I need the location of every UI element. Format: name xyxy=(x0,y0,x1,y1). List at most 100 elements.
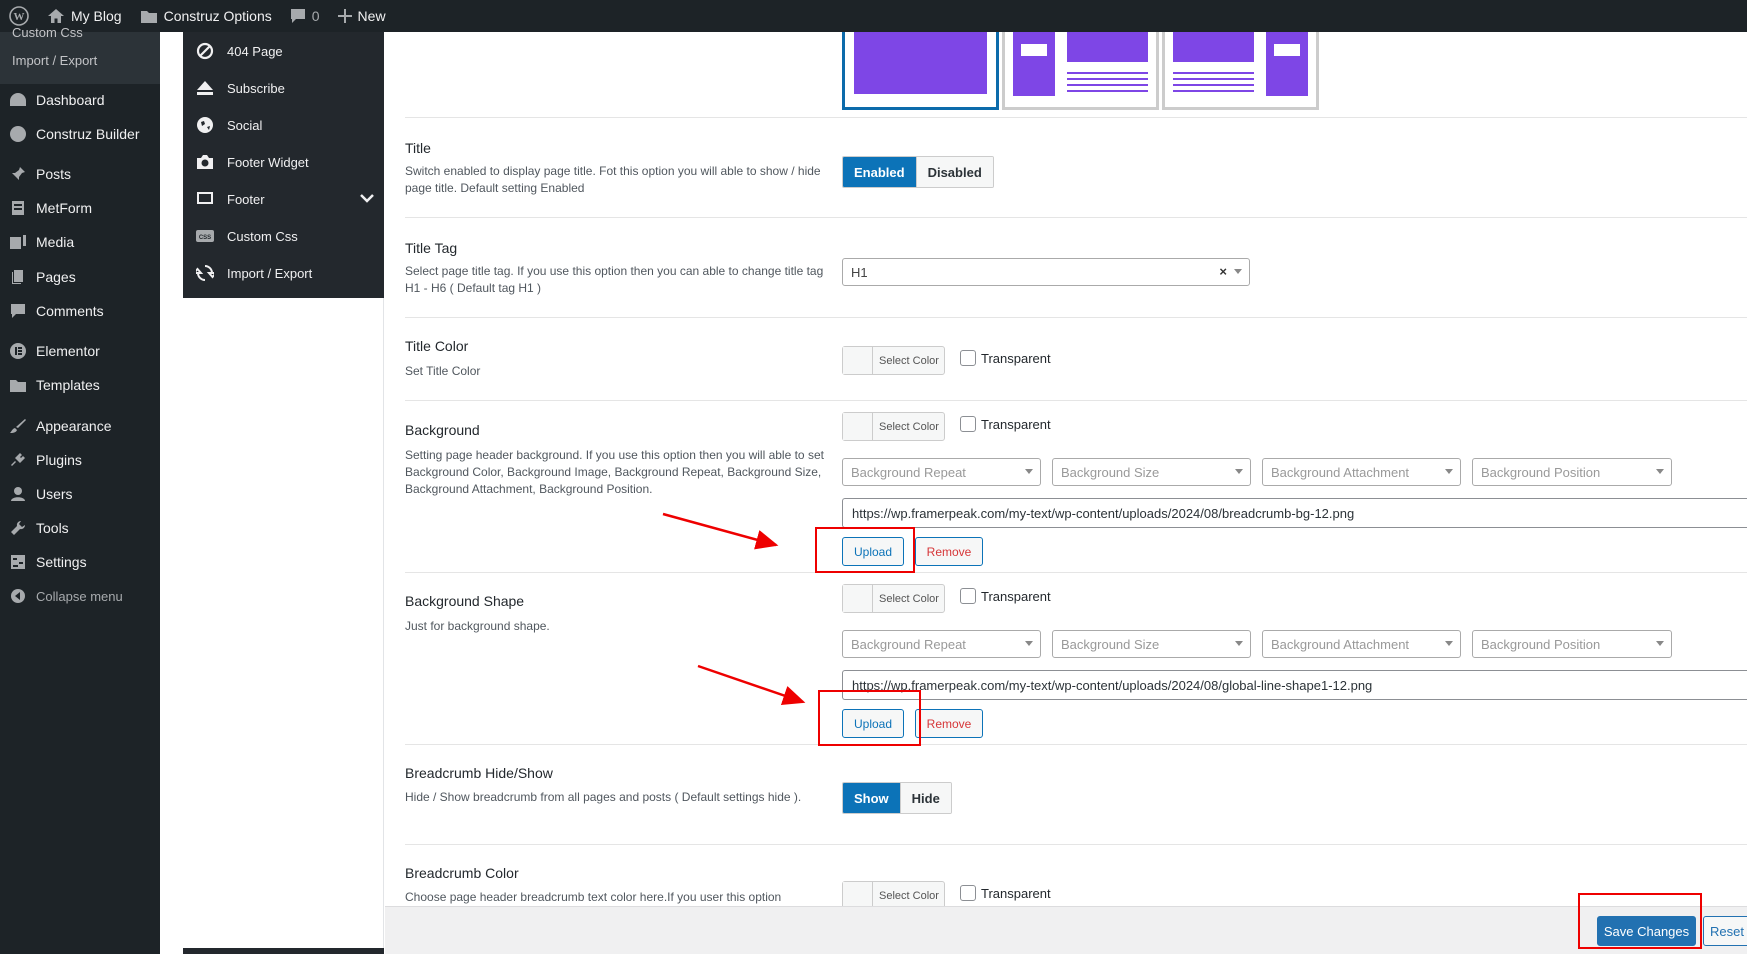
title-toggle: Enabled Disabled xyxy=(842,156,994,188)
breadcrumb-show-button[interactable]: Show xyxy=(843,783,900,813)
breadcrumb-color-transparent-checkbox[interactable]: Transparent xyxy=(960,885,1051,901)
layout-line xyxy=(1274,80,1300,82)
transparent-label: Transparent xyxy=(981,416,1051,432)
clear-selection-icon[interactable]: × xyxy=(1219,264,1227,279)
options-item-subscribe[interactable]: Subscribe xyxy=(183,71,384,105)
comments-link[interactable]: 0 xyxy=(281,0,329,32)
background-size-select[interactable]: Background Size xyxy=(1052,458,1251,486)
background-shape-url-input[interactable]: https://wp.framerpeak.com/my-text/wp-con… xyxy=(842,670,1747,700)
sidebar-item-tools[interactable]: Tools xyxy=(0,513,160,543)
background-attachment-select[interactable]: Background Attachment xyxy=(1262,458,1461,486)
dropdown-arrow-icon xyxy=(1445,469,1453,474)
sidebar-item-label: Posts xyxy=(36,166,72,182)
brush-icon xyxy=(10,419,26,433)
layout-option-full[interactable] xyxy=(842,32,999,110)
color-swatch xyxy=(843,347,873,374)
row-divider xyxy=(405,400,1747,401)
dropdown-arrow-icon xyxy=(1025,641,1033,646)
sidebar-item-label: Appearance xyxy=(36,418,112,434)
options-item-404-page[interactable]: 404 Page xyxy=(183,34,384,68)
layout-option-left-sidebar[interactable] xyxy=(1002,32,1159,110)
sidebar-item-comments[interactable]: Comments xyxy=(0,296,160,326)
background-shape-color-picker[interactable]: Select Color xyxy=(842,584,945,613)
submenu-item-custom-css[interactable]: Custom Css xyxy=(12,25,83,40)
sidebar-item-elementor[interactable]: Elementor xyxy=(0,336,160,366)
layout-option-right-sidebar[interactable] xyxy=(1162,32,1319,110)
options-item-custom-css[interactable]: CSS Custom Css xyxy=(183,219,384,253)
background-image-url: https://wp.framerpeak.com/my-text/wp-con… xyxy=(852,505,1355,521)
background-shape-position-select[interactable]: Background Position xyxy=(1472,630,1672,658)
camera-icon xyxy=(197,155,213,169)
checkbox-box[interactable] xyxy=(960,885,976,901)
sidebar-item-label: Construz Builder xyxy=(36,126,140,142)
checkbox-box[interactable] xyxy=(960,588,976,604)
background-position-select[interactable]: Background Position xyxy=(1472,458,1672,486)
row-divider xyxy=(405,572,1747,573)
options-item-label: Custom Css xyxy=(227,228,298,244)
title-disabled-button[interactable]: Disabled xyxy=(915,157,993,187)
sidebar-item-label: Elementor xyxy=(36,343,100,359)
title-enabled-button[interactable]: Enabled xyxy=(843,157,916,187)
background-shape-repeat-select[interactable]: Background Repeat xyxy=(842,630,1041,658)
collapse-menu-button[interactable]: Collapse menu xyxy=(0,581,160,611)
svg-text:CSS: CSS xyxy=(199,235,211,241)
title-tag-select[interactable]: H1 × xyxy=(842,258,1250,286)
sidebar-item-templates[interactable]: Templates xyxy=(0,370,160,400)
comments-count: 0 xyxy=(311,8,320,24)
collapse-menu-label: Collapse menu xyxy=(36,588,123,604)
annotation-highlight-upload-shape xyxy=(818,690,921,746)
dropdown-arrow-icon xyxy=(1656,641,1664,646)
options-item-footer[interactable]: Footer xyxy=(183,182,384,216)
select-color-label: Select Color xyxy=(879,420,939,433)
layout-line xyxy=(1274,62,1300,64)
layout-line xyxy=(1173,90,1254,92)
breadcrumb-hide-button[interactable]: Hide xyxy=(899,783,951,813)
background-shape-attachment-select[interactable]: Background Attachment xyxy=(1262,630,1461,658)
sidebar-item-posts[interactable]: Posts xyxy=(0,159,160,189)
background-remove-button[interactable]: Remove xyxy=(915,537,983,566)
sidebar-item-plugins[interactable]: Plugins xyxy=(0,445,160,475)
background-image-url-input[interactable]: https://wp.framerpeak.com/my-text/wp-con… xyxy=(842,498,1747,528)
background-repeat-select[interactable]: Background Repeat xyxy=(842,458,1041,486)
title-color-picker[interactable]: Select Color xyxy=(842,346,945,375)
sidebar-item-settings[interactable]: Settings xyxy=(0,547,160,577)
background-color-picker[interactable]: Select Color xyxy=(842,412,945,441)
layout-line xyxy=(1067,72,1148,74)
sidebar-item-users[interactable]: Users xyxy=(0,479,160,509)
theme-options-link[interactable]: Construz Options xyxy=(131,0,281,32)
new-content-link[interactable]: New xyxy=(329,0,395,32)
background-transparent-checkbox[interactable]: Transparent xyxy=(960,416,1051,432)
row-divider xyxy=(405,117,1747,118)
options-item-footer-widget[interactable]: Footer Widget xyxy=(183,145,384,179)
background-shape-size-select[interactable]: Background Size xyxy=(1052,630,1251,658)
elementor-icon xyxy=(10,343,26,359)
sidebar-item-dashboard[interactable]: Dashboard xyxy=(0,85,160,115)
sidebar-item-construz-builder[interactable]: Construz Builder xyxy=(0,119,160,149)
globe-icon xyxy=(10,126,26,142)
checkbox-box[interactable] xyxy=(960,416,976,432)
chevron-down-icon[interactable] xyxy=(360,191,374,205)
sidebar-item-appearance[interactable]: Appearance xyxy=(0,411,160,441)
title-color-transparent-checkbox[interactable]: Transparent xyxy=(960,350,1051,366)
options-item-social[interactable]: Social xyxy=(183,108,384,142)
background-shape-transparent-checkbox[interactable]: Transparent xyxy=(960,588,1051,604)
select-placeholder: Background Size xyxy=(1061,636,1160,652)
select-placeholder: Background Size xyxy=(1061,464,1160,480)
panel-gap xyxy=(160,32,183,954)
refresh-icon xyxy=(196,265,214,281)
sidebar-item-pages[interactable]: Pages xyxy=(0,262,160,292)
options-item-import-export[interactable]: Import / Export xyxy=(183,256,384,290)
background-shape-remove-button[interactable]: Remove xyxy=(915,709,983,738)
sidebar-item-media[interactable]: Media xyxy=(0,227,160,257)
reset-section-button[interactable]: Reset S xyxy=(1703,916,1747,946)
panel-bottom-edge xyxy=(183,948,384,954)
section-title-color-label: Title Color xyxy=(405,338,469,354)
checkbox-box[interactable] xyxy=(960,350,976,366)
row-divider xyxy=(405,744,1747,745)
section-background-label: Background xyxy=(405,422,480,438)
submenu-item-import-export[interactable]: Import / Export xyxy=(12,53,97,68)
row-divider xyxy=(405,217,1747,218)
sidebar-item-metform[interactable]: MetForm xyxy=(0,193,160,223)
select-placeholder: Background Repeat xyxy=(851,464,966,480)
layout-line xyxy=(1021,80,1047,82)
